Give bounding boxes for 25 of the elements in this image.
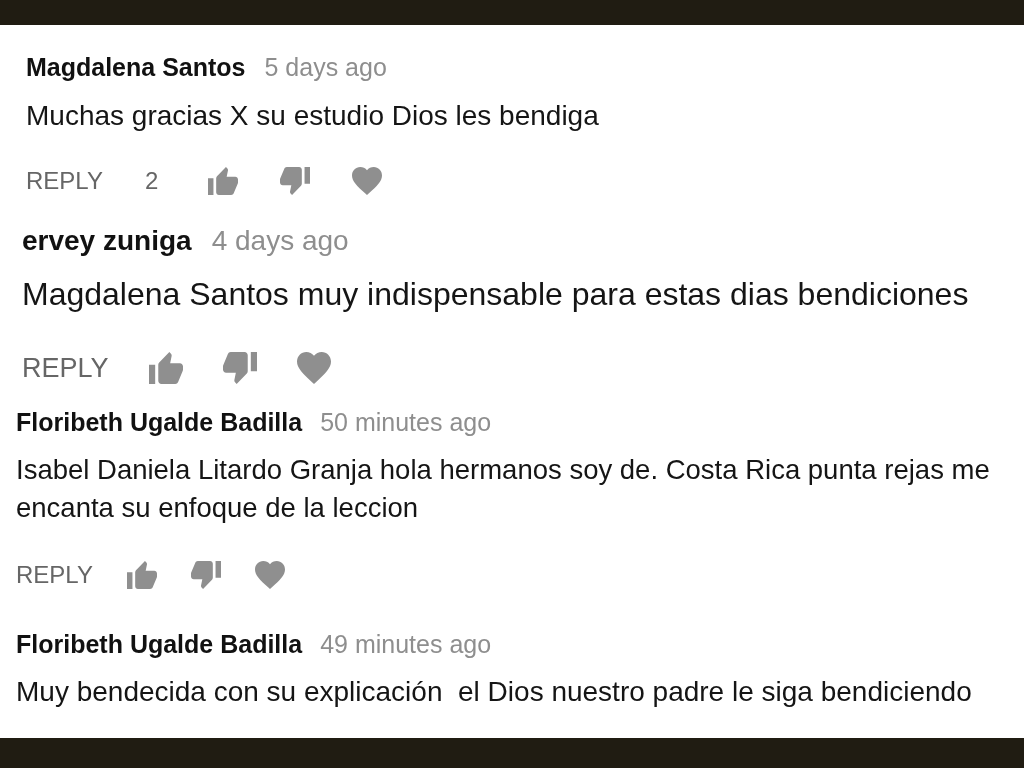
reply-button[interactable]: REPLY [22, 352, 109, 384]
like-count: 2 [144, 167, 159, 195]
author-name[interactable]: Floribeth Ugalde Badilla [16, 629, 303, 659]
heart-icon[interactable] [352, 167, 383, 195]
comment-time[interactable]: 5 days ago [264, 52, 387, 82]
thumbs-up-icon[interactable] [148, 352, 183, 384]
author-name[interactable]: ervey zuniga [22, 224, 192, 258]
comment-time[interactable]: 50 minutes ago [320, 407, 492, 437]
reply-button[interactable]: REPLY [16, 561, 93, 589]
author-name[interactable]: Magdalena Santos [26, 52, 246, 82]
comment-text: Isabel Daniela Litardo Granja hola hermanos soy de. Costa Rica punta rejas me encanta su enfoque de la leccion [16, 453, 991, 525]
reply-button[interactable]: REPLY [26, 167, 103, 195]
heart-icon[interactable] [254, 561, 285, 589]
comment-time[interactable]: 4 days ago [211, 224, 349, 258]
author-name[interactable]: Floribeth Ugalde Badilla [16, 407, 303, 437]
heart-icon[interactable] [296, 352, 331, 384]
comment-text: Muchas gracias X su estudio Dios les bendiga [26, 99, 599, 133]
thumbs-down-icon[interactable] [280, 167, 311, 195]
thumbs-up-icon[interactable] [126, 561, 157, 589]
thumbs-up-icon[interactable] [208, 167, 239, 195]
comment-time[interactable]: 49 minutes ago [320, 629, 492, 659]
comment-text: Muy bendecida con su explicación el Dios nuestro padre le siga bendiciendo [16, 675, 972, 709]
comment-text: Magdalena Santos muy indispensable para estas dias bendiciones [22, 275, 969, 313]
thumbs-down-icon[interactable] [222, 352, 257, 384]
thumbs-down-icon[interactable] [190, 561, 221, 589]
